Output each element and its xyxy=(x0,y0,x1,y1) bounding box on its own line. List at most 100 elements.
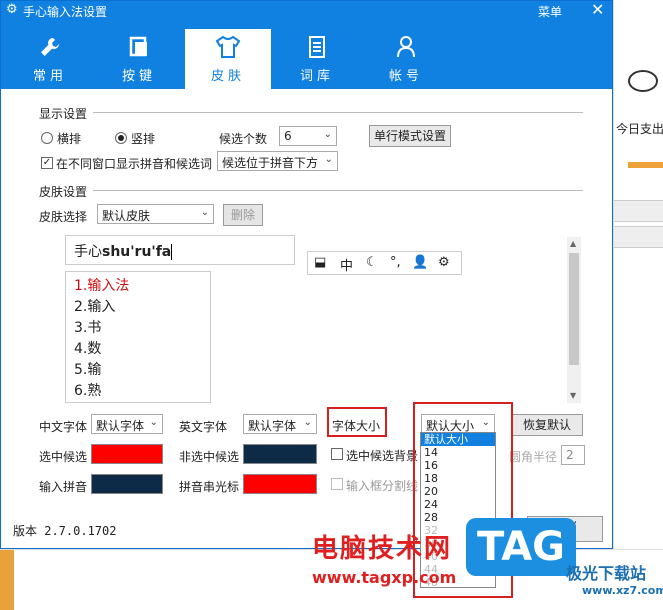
dropdown-option[interactable]: 默认大小 xyxy=(421,433,495,446)
scroll-down-icon[interactable]: ▼ xyxy=(570,391,576,400)
single-row-settings-button[interactable]: 单行模式设置 xyxy=(369,125,451,147)
menu-button[interactable]: 菜单 xyxy=(538,3,562,20)
settings-icon: ⚙ xyxy=(438,255,450,270)
vertical-radio[interactable] xyxy=(115,132,127,144)
tab-account[interactable]: 帐号 xyxy=(363,29,449,89)
skin-select-label: 皮肤选择 xyxy=(39,210,88,224)
punctuation-icon: °, xyxy=(390,255,401,270)
restore-default-button[interactable]: 恢复默认 xyxy=(511,414,583,436)
tab-bar: 常用 按键 皮肤 词库 帐号 xyxy=(1,19,612,89)
settings-window: ⚙ 手心输入法设置 菜单 ✕ 常用 按键 皮肤 词库 帐号 显示设置 横排 竖排… xyxy=(0,0,613,549)
background-row xyxy=(614,226,663,248)
split-line-checkbox[interactable] xyxy=(331,478,343,490)
version-text: 版本 2.7.0.1702 xyxy=(13,524,117,538)
tab-label: 帐号 xyxy=(388,69,423,84)
gear-icon: ⚙ xyxy=(6,2,18,17)
preview-text: 手心 xyxy=(74,244,102,260)
cursor-label: 拼音串光标 xyxy=(179,480,240,494)
candidate-item: 6.熟 xyxy=(74,383,102,399)
unselected-candidate-color[interactable] xyxy=(243,444,317,464)
candidate-item: 5.输 xyxy=(74,362,102,378)
chevron-down-icon: ⌄ xyxy=(303,417,312,428)
tab-common[interactable]: 常用 xyxy=(7,29,93,89)
background-text: 今日支出 xyxy=(616,122,663,136)
watermark-site-name: 电脑技术网 xyxy=(312,534,453,564)
preview-toolbar: ⬓ 中 ☾ °, 👤 ⚙ xyxy=(307,251,462,275)
font-size-label: 字体大小 xyxy=(332,419,381,433)
divider xyxy=(93,112,583,113)
dropdown-option[interactable]: 20 xyxy=(421,485,495,498)
chevron-down-icon: ⌄ xyxy=(149,417,158,428)
candidate-item: 3.书 xyxy=(74,320,102,336)
dropdown-option[interactable]: 14 xyxy=(421,446,495,459)
shirt-icon xyxy=(185,35,271,63)
vertical-label: 竖排 xyxy=(131,132,156,146)
tab-label: 皮肤 xyxy=(210,69,245,84)
horizontal-radio[interactable] xyxy=(41,132,53,144)
watermark-tag-logo: TAG xyxy=(466,518,576,576)
selected-candidate-color[interactable] xyxy=(91,444,163,464)
input-pinyin-label: 输入拼音 xyxy=(39,480,88,494)
book-icon xyxy=(274,35,360,63)
en-font-label: 英文字体 xyxy=(179,420,228,434)
divider xyxy=(93,190,583,191)
user-icon: 👤 xyxy=(412,255,429,270)
selected-bg-label: 选中候选背景 xyxy=(346,449,419,463)
background-bar xyxy=(628,162,663,168)
skin-section-title: 皮肤设置 xyxy=(39,185,88,199)
dropdown-option[interactable]: 24 xyxy=(421,498,495,511)
close-icon[interactable]: ✕ xyxy=(591,0,604,19)
tab-label: 按键 xyxy=(121,69,156,84)
separate-window-label: 在不同窗口显示拼音和候选词 xyxy=(56,157,213,171)
chinese-mode-icon: 中 xyxy=(340,259,354,274)
selected-bg-checkbox[interactable] xyxy=(331,448,343,460)
display-section-title: 显示设置 xyxy=(39,107,88,121)
candidate-count-select[interactable]: 6 ⌄ xyxy=(279,126,337,146)
window-title: 手心输入法设置 xyxy=(23,5,108,19)
tab-skin[interactable]: 皮肤 xyxy=(185,29,271,89)
scroll-up-icon[interactable]: ▲ xyxy=(570,239,576,248)
user-icon xyxy=(363,35,449,63)
en-font-value: 默认字体 xyxy=(248,419,297,433)
dropdown-option[interactable]: 16 xyxy=(421,459,495,472)
tab-dictionary[interactable]: 词库 xyxy=(274,29,360,89)
skin-select[interactable]: 默认皮肤 ⌄ xyxy=(97,204,214,224)
corner-radius-input[interactable]: 2 xyxy=(561,445,585,465)
keyboard-icon xyxy=(96,35,182,63)
cn-font-select[interactable]: 默认字体 ⌄ xyxy=(91,414,163,434)
en-font-select[interactable]: 默认字体 ⌄ xyxy=(243,414,317,434)
chevron-down-icon: ⌄ xyxy=(323,129,332,140)
tab-label: 词库 xyxy=(299,69,334,84)
skin-select-value: 默认皮肤 xyxy=(102,209,151,223)
split-line-label: 输入框分割线 xyxy=(346,479,419,493)
tab-keys[interactable]: 按键 xyxy=(96,29,182,89)
background-logo xyxy=(628,70,658,92)
dropdown-option[interactable]: 18 xyxy=(421,472,495,485)
watermark-right-text: 极光下载站 xyxy=(566,564,647,583)
candidate-count-label: 候选个数 xyxy=(219,132,268,146)
cursor-color[interactable] xyxy=(243,474,317,494)
tab-label: 常用 xyxy=(32,69,67,84)
cn-font-label: 中文字体 xyxy=(39,420,88,434)
preview-scrollbar[interactable]: ▲ ▼ xyxy=(567,237,581,403)
background-strip xyxy=(0,550,14,610)
input-pinyin-color[interactable] xyxy=(91,474,163,494)
selected-candidate-label: 选中候选 xyxy=(39,450,88,464)
candidate-count-value: 6 xyxy=(284,129,292,143)
title-bar: ⚙ 手心输入法设置 菜单 ✕ xyxy=(1,0,612,20)
candidate-position-select[interactable]: 候选位于拼音下方 ⌄ xyxy=(217,151,338,171)
candidate-item: 1.输入法 xyxy=(74,278,130,294)
scrollbar-thumb[interactable] xyxy=(569,253,579,365)
separate-window-checkbox[interactable]: ✓ xyxy=(41,157,53,169)
delete-skin-button[interactable]: 删除 xyxy=(223,204,263,226)
background-row xyxy=(614,200,663,222)
corner-radius-label: 圆角半径 xyxy=(509,450,558,464)
watermark-right-url: www.xz7.com xyxy=(582,584,663,597)
text-cursor xyxy=(171,244,173,260)
skin-preview-input: 手心shu'ru'fa xyxy=(65,235,295,265)
horizontal-label: 横排 xyxy=(57,132,82,146)
cn-font-value: 默认字体 xyxy=(96,419,145,433)
chevron-down-icon: ⌄ xyxy=(324,154,333,165)
skin-preview-candidates: 1.输入法 2.输入 3.书 4.数 5.输 6.熟 xyxy=(65,271,211,403)
candidate-item: 2.输入 xyxy=(74,299,116,315)
